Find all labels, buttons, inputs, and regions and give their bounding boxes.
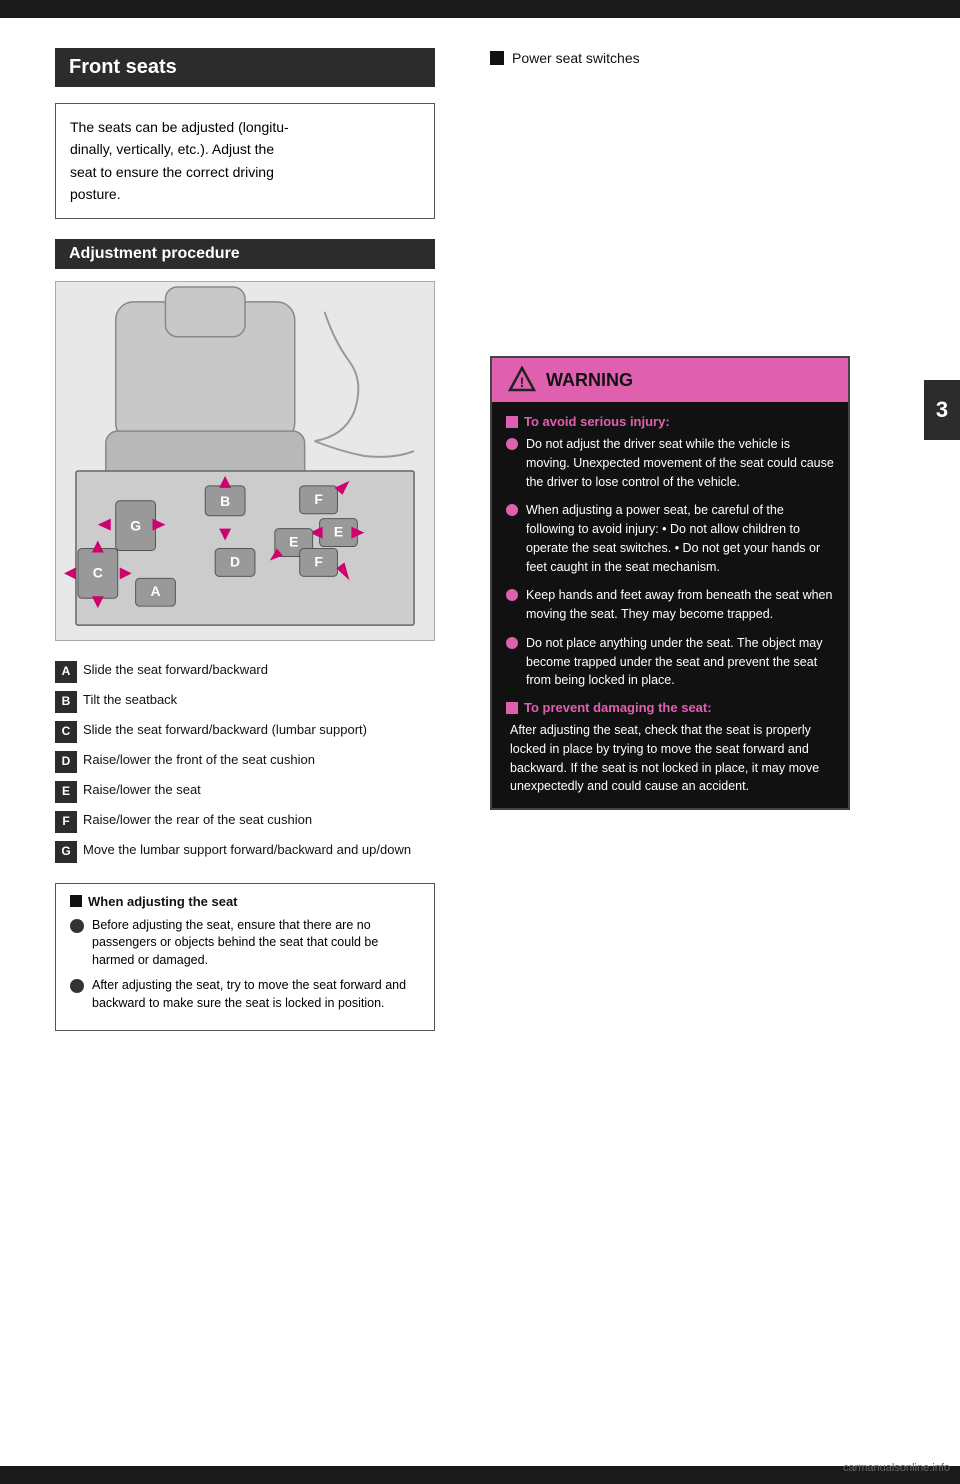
badge-f: F — [55, 811, 77, 833]
warning-bullet-4: Do not place anything under the seat. Th… — [506, 634, 834, 690]
label-row-b: B Tilt the seatback — [55, 691, 440, 713]
badge-g: G — [55, 841, 77, 863]
warning-square-icon-1 — [506, 416, 518, 428]
warning-bullet-2: When adjusting a power seat, be careful … — [506, 501, 834, 576]
adjustment-procedure-header: Adjustment procedure — [55, 239, 435, 269]
label-row-c: C Slide the seat forward/backward (lumba… — [55, 721, 440, 743]
warning-bullet-dot-4 — [506, 637, 518, 649]
warning-bullet-text-1: Do not adjust the driver seat while the … — [526, 435, 834, 491]
warning-title: WARNING — [546, 370, 633, 391]
label-text-f: Raise/lower the rear of the seat cushion — [83, 811, 312, 829]
note-box: When adjusting the seat Before adjusting… — [55, 883, 435, 1032]
note-bullet-text-1: Before adjusting the seat, ensure that t… — [92, 917, 420, 970]
labels-list: A Slide the seat forward/backward B Tilt… — [55, 661, 440, 863]
label-row-f: F Raise/lower the rear of the seat cushi… — [55, 811, 440, 833]
svg-text:E: E — [289, 533, 298, 549]
svg-text:F: F — [314, 490, 323, 506]
label-row-a: A Slide the seat forward/backward — [55, 661, 440, 683]
seat-diagram: G B F E — [55, 281, 435, 641]
chapter-number: 3 — [936, 397, 948, 423]
svg-text:E: E — [334, 523, 343, 539]
right-column: Power seat switches ! WARNING To avoid s… — [460, 0, 960, 1484]
warning-bullet-1: Do not adjust the driver seat while the … — [506, 435, 834, 491]
svg-text:G: G — [130, 517, 141, 533]
warning-section1-title-text: To avoid serious injury: — [524, 414, 670, 429]
warning-square-icon-2 — [506, 702, 518, 714]
warning-bullet-3: Keep hands and feet away from beneath th… — [506, 586, 834, 624]
svg-text:A: A — [150, 583, 160, 599]
svg-text:F: F — [314, 553, 323, 569]
label-text-e: Raise/lower the seat — [83, 781, 201, 799]
label-text-d: Raise/lower the front of the seat cushio… — [83, 751, 315, 769]
warning-section2-body: After adjusting the seat, check that the… — [510, 723, 819, 793]
warning-content: To avoid serious injury: Do not adjust t… — [492, 402, 848, 808]
svg-text:B: B — [220, 492, 230, 508]
note-header: When adjusting the seat — [88, 894, 238, 909]
warning-bullet-text-2: When adjusting a power seat, be careful … — [526, 501, 834, 576]
black-square-icon — [490, 51, 504, 65]
badge-b: B — [55, 691, 77, 713]
warning-section2-title-text: To prevent damaging the seat: — [524, 700, 712, 715]
note-square-icon — [70, 895, 82, 907]
chapter-tab: 3 — [924, 380, 960, 440]
label-row-d: D Raise/lower the front of the seat cush… — [55, 751, 440, 773]
label-text-g: Move the lumbar support forward/backward… — [83, 841, 411, 859]
right-top-text: Power seat switches — [512, 50, 640, 66]
warning-section1-title: To avoid serious injury: — [506, 414, 834, 429]
note-bullet-text-2: After adjusting the seat, try to move th… — [92, 977, 420, 1012]
svg-text:C: C — [93, 564, 103, 580]
warning-bullet-dot-1 — [506, 438, 518, 450]
label-text-a: Slide the seat forward/backward — [83, 661, 268, 679]
right-section-indicator: Power seat switches — [490, 50, 940, 66]
label-text-b: Tilt the seatback — [83, 691, 177, 709]
page-container: Front seats The seats can be adjusted (l… — [0, 0, 960, 1484]
bullet-circle-icon-1 — [70, 919, 84, 933]
info-box: The seats can be adjusted (longitu- dina… — [55, 103, 435, 219]
badge-a: A — [55, 661, 77, 683]
note-bullet-2: After adjusting the seat, try to move th… — [70, 977, 420, 1012]
svg-text:!: ! — [520, 374, 525, 390]
note-bullet-1: Before adjusting the seat, ensure that t… — [70, 917, 420, 970]
left-column: Front seats The seats can be adjusted (l… — [0, 0, 460, 1484]
badge-c: C — [55, 721, 77, 743]
warning-bullet-text-3: Keep hands and feet away from beneath th… — [526, 586, 834, 624]
label-text-c: Slide the seat forward/backward (lumbar … — [83, 721, 367, 739]
label-row-g: G Move the lumbar support forward/backwa… — [55, 841, 440, 863]
warning-bullet-dot-2 — [506, 504, 518, 516]
info-box-text: The seats can be adjusted (longitu- dina… — [70, 119, 289, 202]
warning-section2-title: To prevent damaging the seat: — [506, 700, 834, 715]
warning-box: ! WARNING To avoid serious injury: Do no… — [490, 356, 850, 810]
warning-bullet-dot-3 — [506, 589, 518, 601]
svg-text:D: D — [230, 553, 240, 569]
right-top-spacer — [490, 76, 940, 196]
section-header: Front seats — [55, 48, 435, 87]
watermark: carmanualsonline.info — [843, 1462, 950, 1474]
warning-bullet-text-4: Do not place anything under the seat. Th… — [526, 634, 834, 690]
bullet-circle-icon-2 — [70, 979, 84, 993]
label-row-e: E Raise/lower the seat — [55, 781, 440, 803]
badge-d: D — [55, 751, 77, 773]
right-top-section: Power seat switches — [490, 50, 940, 196]
warning-header: ! WARNING — [492, 358, 848, 402]
warning-section2-text: After adjusting the seat, check that the… — [506, 721, 834, 796]
badge-e: E — [55, 781, 77, 803]
warning-triangle-icon: ! — [508, 366, 536, 394]
